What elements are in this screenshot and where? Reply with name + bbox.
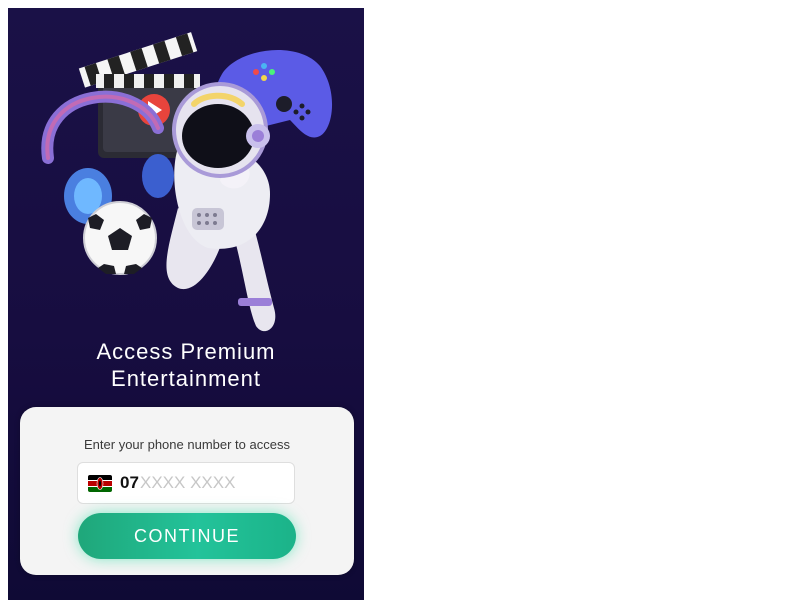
page: Access Premium Entertainment Enter your …: [0, 0, 800, 600]
kenya-flag-icon: [88, 475, 112, 492]
headline-line-2: Entertainment: [111, 366, 261, 391]
headline-line-1: Access Premium: [96, 339, 276, 364]
landing-panel: Access Premium Entertainment Enter your …: [8, 8, 364, 600]
hero-illustration: [41, 32, 333, 332]
phone-form-card: Enter your phone number to access 07 CON…: [20, 407, 354, 575]
headline: Access Premium Entertainment: [8, 338, 364, 392]
astronaut: [166, 82, 276, 332]
continue-button[interactable]: CONTINUE: [78, 513, 296, 559]
phone-prefix: 07: [120, 473, 139, 492]
soccer-ball-icon: [83, 201, 157, 275]
phone-field[interactable]: 07: [77, 462, 295, 504]
phone-number-input[interactable]: [140, 472, 280, 494]
phone-prompt-label: Enter your phone number to access: [84, 437, 290, 452]
